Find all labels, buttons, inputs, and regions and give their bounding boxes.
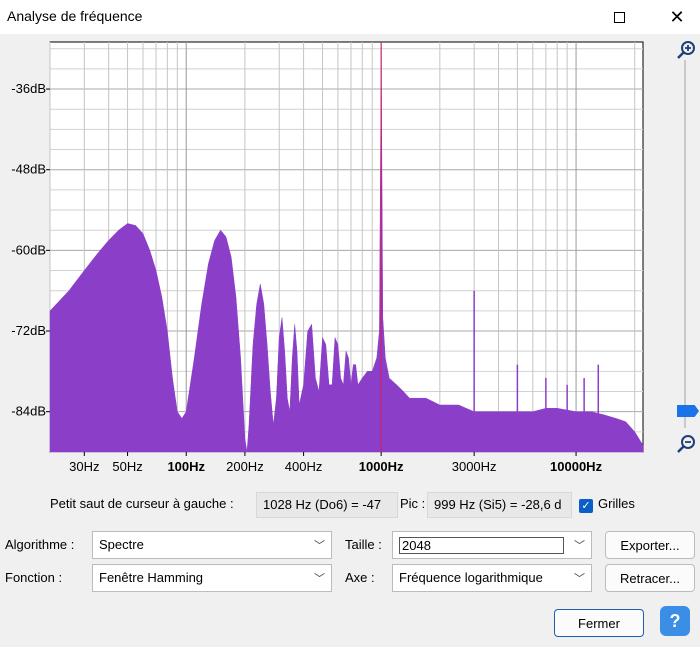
x-tick-label: 3000Hz: [452, 459, 497, 474]
close-icon: ✕: [669, 6, 685, 27]
algorithm-value: Spectre: [99, 537, 144, 552]
chevron-down-icon: ﹀: [574, 573, 585, 585]
replot-button[interactable]: Retracer...: [605, 564, 695, 592]
peak-readout: 999 Hz (Si5) = -28,6 d: [427, 492, 572, 518]
algorithm-select[interactable]: Spectre ﹀: [92, 531, 332, 559]
size-value: 2048: [399, 537, 564, 554]
x-tick-label: 10000Hz: [550, 459, 603, 474]
zoom-slider-track[interactable]: [684, 60, 686, 428]
help-button[interactable]: ?: [660, 606, 690, 636]
chevron-down-icon: ﹀: [314, 573, 325, 585]
function-select[interactable]: Fenêtre Hamming ﹀: [92, 564, 332, 592]
zoom-in-icon: [677, 41, 695, 59]
y-tick-label: -36dB: [11, 81, 46, 96]
algorithm-label: Algorithme :: [5, 537, 75, 552]
close-dialog-button[interactable]: Fermer: [554, 609, 644, 637]
window-title: Analyse de fréquence: [7, 8, 143, 24]
y-tick-label: -60dB: [11, 242, 46, 257]
y-tick-label: -84dB: [11, 404, 46, 419]
grids-label[interactable]: Grilles: [598, 496, 635, 511]
x-tick-label: 50Hz: [112, 459, 142, 474]
x-tick-label: 1000Hz: [359, 459, 404, 474]
title-bar: Analyse de fréquence ✕: [0, 0, 700, 34]
y-tick-label: -72dB: [11, 323, 46, 338]
axis-label: Axe :: [345, 570, 375, 585]
maximize-icon: [613, 11, 625, 23]
close-button[interactable]: ✕: [654, 0, 700, 34]
spectrum-plot[interactable]: -36dB -48dB -60dB -72dB -84dB 30Hz 50Hz 100Hz 20…: [0, 34, 660, 484]
x-tick-label: 100Hz: [167, 459, 205, 474]
x-tick-label: 400Hz: [285, 459, 323, 474]
maximize-button[interactable]: [596, 0, 642, 34]
zoom-in-button[interactable]: [676, 40, 696, 60]
axis-value: Fréquence logarithmique: [399, 570, 543, 585]
cursor-readout: 1028 Hz (Do6) = -47: [256, 492, 398, 518]
peak-label: Pic :: [400, 496, 426, 511]
function-label: Fonction :: [5, 570, 63, 585]
x-tick-label: 200Hz: [226, 459, 264, 474]
zoom-out-button[interactable]: [676, 434, 696, 454]
function-value: Fenêtre Hamming: [99, 570, 204, 585]
size-select[interactable]: 2048 ﹀: [392, 531, 592, 559]
size-label: Taille :: [345, 537, 382, 552]
cursor-label: Petit saut de curseur à gauche :: [50, 496, 234, 511]
grids-checkbox[interactable]: ✓: [579, 499, 593, 513]
chevron-down-icon: ﹀: [314, 540, 325, 552]
chevron-down-icon: ﹀: [574, 540, 585, 552]
axis-select[interactable]: Fréquence logarithmique ﹀: [392, 564, 592, 592]
y-tick-label: -48dB: [11, 162, 46, 177]
export-button[interactable]: Exporter...: [605, 531, 695, 559]
spectrum-chart[interactable]: -36dB -48dB -60dB -72dB -84dB 30Hz 50Hz 100Hz 20…: [0, 34, 660, 484]
zoom-out-icon: [677, 435, 695, 453]
zoom-slider-thumb[interactable]: [677, 405, 699, 417]
x-tick-label: 30Hz: [69, 459, 99, 474]
